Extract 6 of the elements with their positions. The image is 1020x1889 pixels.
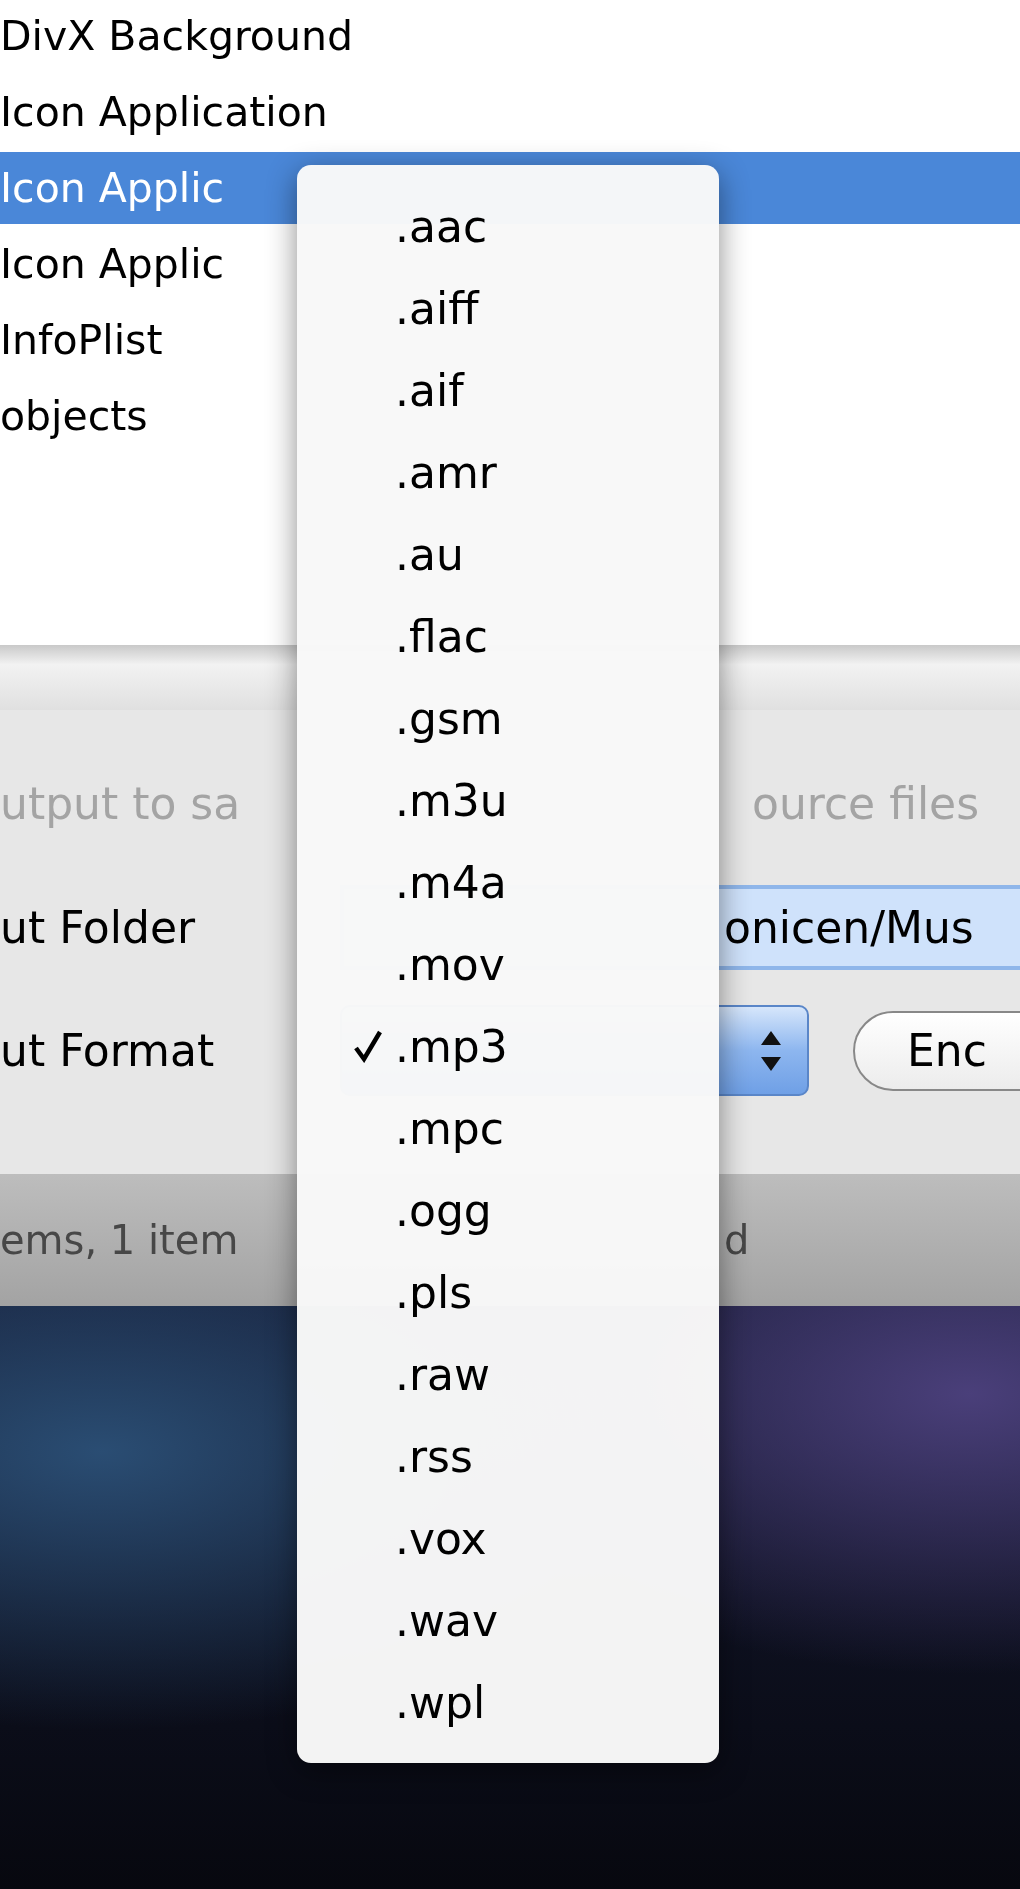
status-text: d xyxy=(724,1217,750,1263)
field-label: ut Format xyxy=(0,1025,216,1076)
option-label: utput to sa xyxy=(0,777,241,829)
field-label: ut Folder xyxy=(0,902,197,953)
status-text: ems, 1 item xyxy=(0,1217,239,1263)
option-label: ource files xyxy=(752,777,980,829)
